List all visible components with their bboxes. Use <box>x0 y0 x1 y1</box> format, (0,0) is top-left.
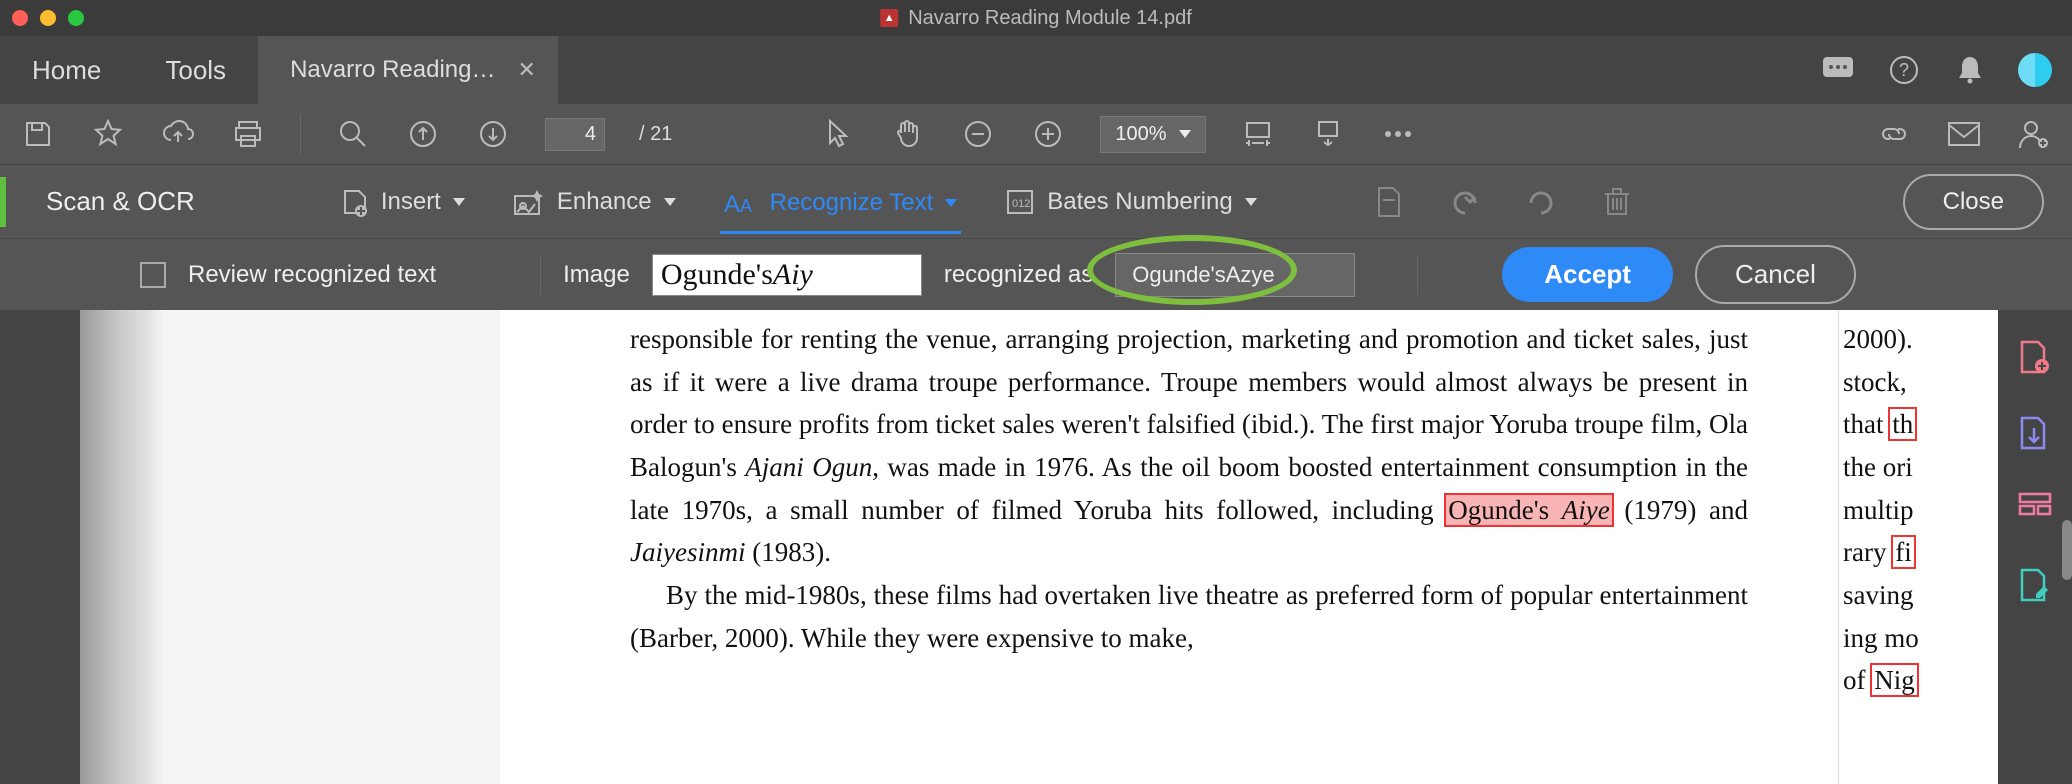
close-tool-button[interactable]: Close <box>1903 174 2044 230</box>
save-icon[interactable] <box>20 116 56 152</box>
ocr-suspect-box[interactable]: th <box>1890 409 1915 439</box>
divider <box>540 255 541 295</box>
page-number-input[interactable] <box>545 118 605 151</box>
tabbar-right-icons: ? <box>1820 36 2072 104</box>
chevron-down-icon <box>453 198 465 206</box>
bates-numbering-button[interactable]: 012 Bates Numbering <box>1001 182 1260 222</box>
main-toolbar: / 21 100% <box>0 104 2072 164</box>
ocr-suspect-highlight[interactable]: Ogunde's Aiye <box>1446 495 1611 525</box>
tab-document-label: Navarro Reading… <box>290 56 495 84</box>
svg-text:?: ? <box>1899 60 1909 80</box>
selection-tool-icon[interactable] <box>820 116 856 152</box>
tab-home[interactable]: Home <box>0 36 133 104</box>
comment-icon[interactable] <box>1820 52 1856 88</box>
organize-pages-icon[interactable] <box>2018 492 2052 526</box>
hand-tool-icon[interactable] <box>890 116 926 152</box>
window-title: Navarro Reading Module 14.pdf <box>908 7 1192 30</box>
titlebar: ▲ Navarro Reading Module 14.pdf <box>0 0 2072 36</box>
insert-button[interactable]: Insert <box>335 181 469 223</box>
bell-icon[interactable] <box>1952 52 1988 88</box>
chevron-down-icon <box>1179 130 1191 138</box>
cloud-upload-icon[interactable] <box>160 116 196 152</box>
help-icon[interactable]: ? <box>1886 52 1922 88</box>
trash-icon[interactable] <box>1599 184 1635 220</box>
page-text[interactable]: responsible for renting the venue, arran… <box>500 310 1838 784</box>
pdf-icon: ▲ <box>880 9 898 27</box>
ocr-tool-title: Scan & OCR <box>28 186 195 217</box>
redo-icon[interactable] <box>1523 184 1559 220</box>
svg-text:012: 012 <box>1012 198 1030 210</box>
document-viewport: responsible for renting the venue, arran… <box>0 310 2072 784</box>
page-total: / 21 <box>639 123 672 146</box>
undo-icon[interactable] <box>1447 184 1483 220</box>
zoom-value: 100% <box>1115 123 1166 146</box>
ocr-suspect-box[interactable]: Nig <box>1872 665 1917 695</box>
tool-accent <box>0 177 6 227</box>
cancel-button[interactable]: Cancel <box>1695 245 1856 304</box>
right-tool-rail <box>1998 310 2072 784</box>
ocr-suspect-box[interactable]: fi <box>1893 537 1914 567</box>
print-icon[interactable] <box>230 116 266 152</box>
link-icon[interactable] <box>1876 116 1912 152</box>
ocr-review-bar: Review recognized text Image Ogunde's Ai… <box>0 238 2072 310</box>
page-margin-left <box>0 310 500 784</box>
new-page-icon[interactable] <box>1371 184 1407 220</box>
zoom-in-icon[interactable] <box>1030 116 1066 152</box>
page-text-right-column: 2000). stock, that th the ori multip rar… <box>1838 310 1998 784</box>
scroll-mode-icon[interactable] <box>1310 116 1346 152</box>
more-icon[interactable] <box>1380 116 1416 152</box>
fit-width-icon[interactable] <box>1240 116 1276 152</box>
review-checkbox-label: Review recognized text <box>188 261 436 289</box>
search-icon[interactable] <box>335 116 371 152</box>
email-icon[interactable] <box>1946 116 1982 152</box>
divider <box>1417 255 1418 295</box>
next-page-icon[interactable] <box>475 116 511 152</box>
recognize-text-button[interactable]: AA Recognize Text <box>720 183 962 234</box>
image-label: Image <box>563 261 630 289</box>
window-title-area: ▲ Navarro Reading Module 14.pdf <box>880 7 1192 30</box>
ocr-toolbar: Scan & OCR Insert Enhance AA Recognize T… <box>0 164 2072 238</box>
zoom-out-icon[interactable] <box>960 116 996 152</box>
add-user-icon[interactable] <box>2016 116 2052 152</box>
edit-pdf-icon[interactable] <box>2018 568 2052 602</box>
recognized-as-label: recognized as <box>944 261 1093 289</box>
star-icon[interactable] <box>90 116 126 152</box>
scrollbar-thumb[interactable] <box>2062 520 2072 580</box>
recognized-text-input[interactable] <box>1115 253 1355 297</box>
svg-text:A: A <box>724 191 740 216</box>
minimize-window-button[interactable] <box>40 10 56 26</box>
close-tab-button[interactable]: ✕ <box>518 57 536 83</box>
create-pdf-icon[interactable] <box>2018 340 2052 374</box>
divider <box>300 114 301 154</box>
tab-bar: Home Tools Navarro Reading… ✕ ? <box>0 36 2072 104</box>
export-pdf-icon[interactable] <box>2018 416 2052 450</box>
enhance-button[interactable]: Enhance <box>509 182 680 222</box>
tab-document[interactable]: Navarro Reading… ✕ <box>258 36 558 104</box>
review-checkbox[interactable] <box>140 262 166 288</box>
chevron-down-icon <box>664 198 676 206</box>
svg-text:A: A <box>740 196 752 216</box>
tab-tools[interactable]: Tools <box>133 36 258 104</box>
accept-button[interactable]: Accept <box>1502 247 1673 302</box>
avatar[interactable] <box>2018 53 2052 87</box>
close-window-button[interactable] <box>12 10 28 26</box>
chevron-down-icon <box>945 199 957 207</box>
prev-page-icon[interactable] <box>405 116 441 152</box>
ocr-image-snippet: Ogunde's Aiy <box>652 254 922 296</box>
zoom-select[interactable]: 100% <box>1100 116 1205 153</box>
chevron-down-icon <box>1245 198 1257 206</box>
maximize-window-button[interactable] <box>68 10 84 26</box>
window-controls <box>12 10 84 26</box>
